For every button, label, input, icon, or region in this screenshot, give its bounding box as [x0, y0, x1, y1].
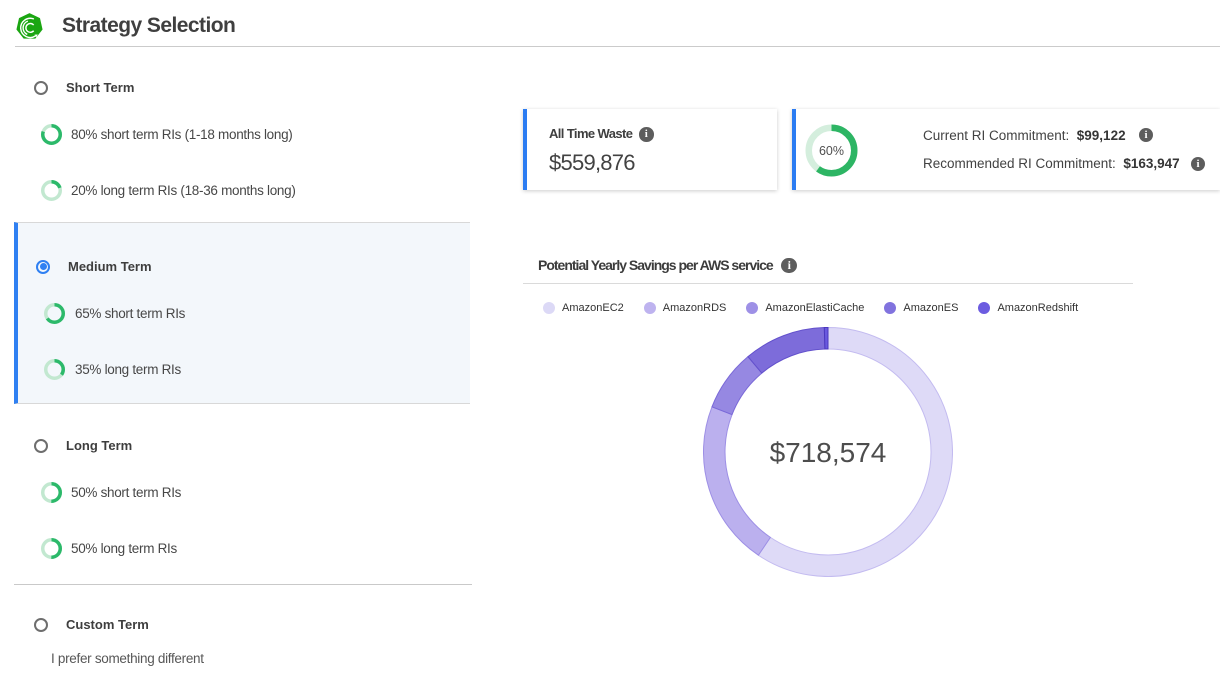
svg-text:60%: 60%: [819, 144, 844, 158]
